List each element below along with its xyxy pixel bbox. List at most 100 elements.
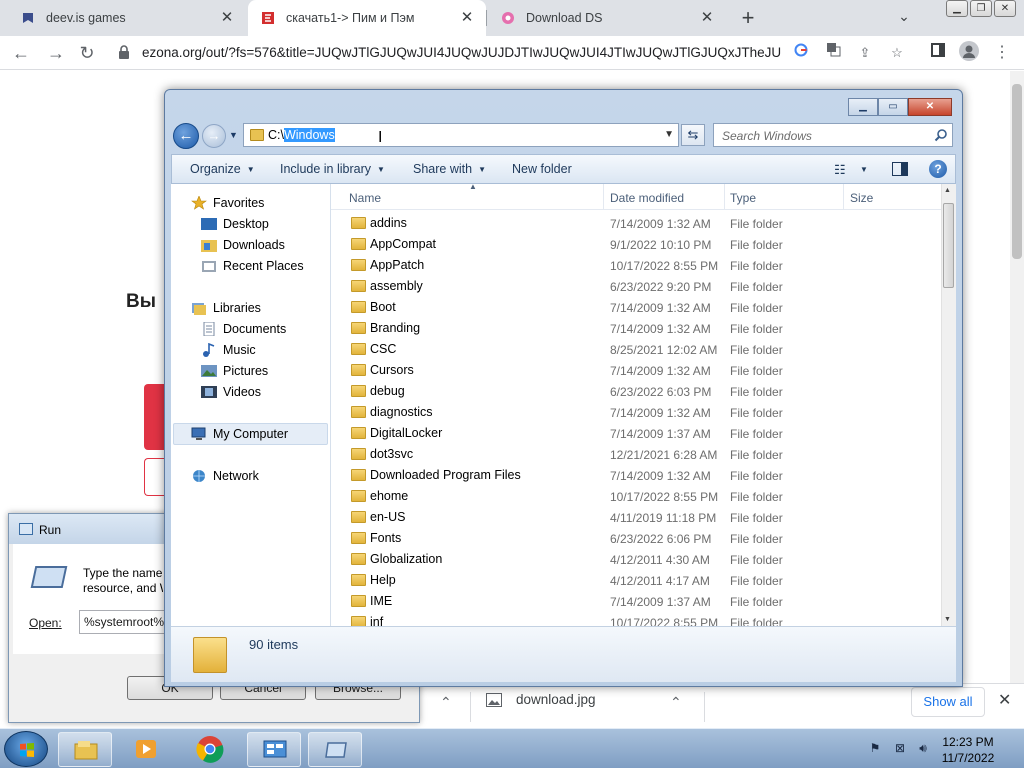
maximize-icon[interactable]: ▭ (878, 98, 908, 116)
search-icon[interactable] (934, 128, 948, 142)
profile-avatar-icon[interactable] (957, 41, 981, 65)
file-row[interactable]: addins 7/14/2009 1:32 AM File folder (331, 213, 941, 234)
address-field[interactable]: C:\Windows ▼ (243, 123, 679, 147)
tab-pim-pam[interactable]: скачать1-> Пим и Пэм ✕ (248, 0, 486, 36)
refresh-icon[interactable]: ⇆ (681, 124, 705, 146)
nav-recent-places[interactable]: Recent Places (201, 259, 304, 273)
col-header-size[interactable]: Size (850, 191, 873, 205)
close-icon[interactable]: ✕ (908, 98, 952, 116)
folder-icon (351, 364, 366, 376)
file-row[interactable]: AppPatch 10/17/2022 8:55 PM File folder (331, 255, 941, 276)
column-divider[interactable] (603, 184, 604, 210)
network-icon[interactable]: ⊠ (893, 741, 907, 755)
clock-time[interactable]: 12:23 PM (928, 735, 1008, 749)
minimize-icon[interactable]: ▁ (946, 0, 968, 17)
close-icon[interactable]: ✕ (994, 0, 1016, 17)
address-dropdown-icon[interactable]: ▼ (664, 129, 674, 140)
file-row[interactable]: assembly 6/23/2022 9:20 PM File folder (331, 276, 941, 297)
column-divider[interactable] (843, 184, 844, 210)
file-row[interactable]: en-US 4/11/2019 11:18 PM File folder (331, 507, 941, 528)
clock-date[interactable]: 11/7/2022 (928, 751, 1008, 765)
scroll-up-arrow-icon[interactable]: ▲ (944, 187, 951, 194)
file-row[interactable]: Downloaded Program Files 7/14/2009 1:32 A… (331, 465, 941, 486)
file-row[interactable]: Help 4/12/2011 4:17 AM File folder (331, 570, 941, 591)
bookmark-star-icon[interactable]: ☆ (886, 42, 908, 64)
download-item[interactable]: download.jpg (486, 692, 596, 707)
views-icon[interactable]: ☷ (834, 162, 846, 178)
nav-pictures[interactable]: Pictures (201, 364, 268, 378)
help-icon[interactable]: ? (929, 160, 947, 178)
tab-download-ds[interactable]: Download DS ✕ (488, 0, 726, 36)
chevron-up-icon[interactable]: ⌃ (440, 694, 452, 711)
organize-menu[interactable]: Organize ▼ (190, 162, 255, 176)
taskbar-control-panel-button[interactable] (247, 732, 301, 767)
new-tab-plus-icon[interactable]: + (735, 5, 761, 31)
file-row[interactable]: CSC 8/25/2021 12:02 AM File folder (331, 339, 941, 360)
open-input[interactable]: %systemroot% (79, 610, 169, 634)
nav-favorites[interactable]: Favorites (191, 195, 264, 210)
kebab-menu-icon[interactable]: ⋮ (990, 41, 1014, 65)
show-all-button[interactable]: Show all (911, 687, 985, 717)
nav-documents[interactable]: Documents (201, 321, 286, 337)
col-header-date[interactable]: Date modified (610, 191, 684, 205)
file-row[interactable]: Branding 7/14/2009 1:32 AM File folder (331, 318, 941, 339)
column-divider[interactable] (724, 184, 725, 210)
taskbar-run-button[interactable] (308, 732, 362, 767)
minimize-icon[interactable]: ▁ (848, 98, 878, 116)
scroll-down-arrow-icon[interactable]: ▼ (944, 616, 951, 623)
new-folder-button[interactable]: New folder (512, 162, 572, 176)
forward-arrow-icon[interactable]: → (44, 41, 68, 65)
col-header-name[interactable]: Name (349, 191, 381, 205)
include-in-library-menu[interactable]: Include in library ▼ (280, 162, 385, 176)
restore-icon[interactable]: ❐ (970, 0, 992, 17)
side-panel-icon[interactable] (926, 41, 950, 65)
file-row[interactable]: Fonts 6/23/2022 6:06 PM File folder (331, 528, 941, 549)
tab-close-icon[interactable]: ✕ (458, 9, 476, 27)
share-icon[interactable]: ⇪ (854, 42, 876, 64)
file-list-scrollbar-thumb[interactable] (943, 203, 954, 288)
tab-search-chevron-icon[interactable]: ⌄ (894, 8, 914, 28)
file-row[interactable]: diagnostics 7/14/2009 1:32 AM File folder (331, 402, 941, 423)
close-icon[interactable]: ✕ (998, 690, 1011, 710)
translate-icon[interactable] (822, 42, 844, 64)
tab-close-icon[interactable]: ✕ (218, 9, 236, 27)
file-row[interactable]: AppCompat 9/1/2022 10:10 PM File folder (331, 234, 941, 255)
nav-network[interactable]: Network (191, 469, 259, 483)
taskbar-chrome-button[interactable] (183, 732, 237, 767)
file-row[interactable]: IME 7/14/2009 1:37 AM File folder (331, 591, 941, 612)
nav-downloads[interactable]: Downloads (201, 238, 285, 252)
share-with-menu[interactable]: Share with ▼ (413, 162, 486, 176)
file-row[interactable]: ehome 10/17/2022 8:55 PM File folder (331, 486, 941, 507)
file-row[interactable]: inf 10/17/2022 8:55 PM File folder (331, 612, 941, 626)
tab-close-icon[interactable]: ✕ (698, 9, 716, 27)
chevron-up-icon[interactable]: ⌃ (670, 694, 682, 711)
taskbar-explorer-button[interactable] (58, 732, 112, 767)
taskbar-media-player-button[interactable] (119, 732, 173, 767)
nav-my-computer[interactable]: My Computer (191, 427, 288, 441)
forward-arrow-icon[interactable]: → (202, 124, 226, 148)
nav-videos[interactable]: Videos (201, 385, 261, 399)
action-center-flag-icon[interactable]: ⚑ (868, 741, 882, 755)
nav-desktop[interactable]: Desktop (201, 217, 269, 231)
file-row[interactable]: debug 6/23/2022 6:03 PM File folder (331, 381, 941, 402)
tab-deev-games[interactable]: deev.is games ✕ (8, 0, 246, 36)
chevron-down-icon[interactable]: ▼ (860, 165, 868, 174)
nav-music[interactable]: Music (201, 342, 256, 357)
file-row[interactable]: Globalization 4/12/2011 4:30 AM File folde… (331, 549, 941, 570)
reload-icon[interactable]: ↻ (75, 41, 99, 65)
page-scrollbar-thumb[interactable] (1012, 84, 1022, 259)
file-row[interactable]: Boot 7/14/2009 1:32 AM File folder (331, 297, 941, 318)
start-button[interactable] (4, 731, 48, 767)
file-row[interactable]: DigitalLocker 7/14/2009 1:37 AM File folde… (331, 423, 941, 444)
back-arrow-icon[interactable]: ← (173, 123, 199, 149)
back-arrow-icon[interactable]: ← (9, 41, 33, 65)
search-box[interactable]: Search Windows (713, 123, 953, 147)
file-row[interactable]: Cursors 7/14/2009 1:32 AM File folder (331, 360, 941, 381)
nav-libraries[interactable]: Libraries (191, 301, 261, 315)
preview-pane-icon[interactable] (892, 162, 908, 176)
file-row[interactable]: dot3svc 12/21/2021 6:28 AM File folder (331, 444, 941, 465)
col-header-type[interactable]: Type (730, 191, 756, 205)
address-bar[interactable]: ezona.org/out/?fs=576&title=JUQwJTlGJUQw… (110, 39, 922, 67)
recent-pages-chevron-icon[interactable]: ▼ (229, 130, 238, 140)
google-lens-icon[interactable] (790, 42, 812, 64)
